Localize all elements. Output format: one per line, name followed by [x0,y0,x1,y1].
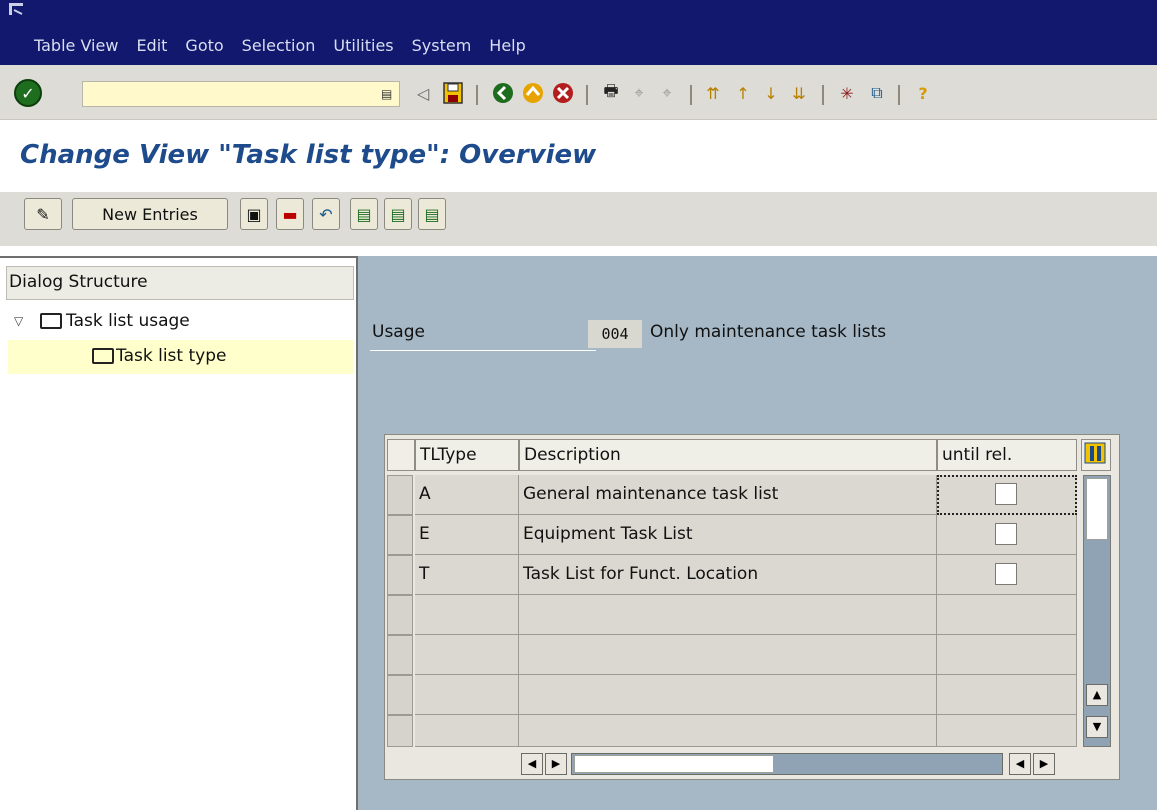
empty-cell[interactable] [415,715,519,747]
select-all-icon[interactable]: ▤ [350,198,378,230]
scroll-right-icon[interactable]: ▶ [545,753,567,775]
empty-cell[interactable] [519,675,937,715]
empty-cell[interactable] [415,595,519,635]
column-header-until-rel[interactable]: until rel. [937,439,1077,471]
table-control: TLType Description until rel. A General … [384,434,1120,780]
tltype-cell[interactable]: A [415,475,519,515]
menu-table-view[interactable]: Table View [34,36,118,55]
usage-code: 004 [588,320,642,348]
menu-goto[interactable]: Goto [185,36,223,55]
folder-icon [40,313,62,329]
row-selector[interactable] [387,595,413,635]
row-selector[interactable] [387,475,413,515]
command-field[interactable]: ▤ [82,81,400,107]
row-selector[interactable] [387,635,413,675]
scroll-down-icon[interactable]: ▼ [1086,716,1108,738]
empty-cell[interactable] [415,635,519,675]
description-cell[interactable]: Equipment Task List [519,515,937,555]
cancel-icon[interactable] [550,80,576,106]
tree-item-label: Task list usage [66,311,190,331]
back-arrow-icon[interactable]: ◁ [410,80,436,106]
last-page-icon[interactable]: ⇊ [786,80,812,106]
until-rel-checkbox[interactable] [995,523,1017,545]
command-history-icon[interactable]: ▤ [381,86,395,102]
usage-underline [370,350,596,351]
select-all-rows-cell[interactable] [387,439,415,471]
main-area: Usage 004 Only maintenance task lists TL… [358,256,1157,810]
tree-item-task-list-type[interactable]: Task list type [8,340,354,374]
empty-cell[interactable] [519,715,937,747]
exit-icon[interactable] [520,80,546,106]
vertical-scrollbar[interactable]: ▲ ▼ [1083,475,1111,747]
menu-selection[interactable]: Selection [242,36,316,55]
page-title: Change View "Task list type": Overview [20,140,597,170]
vertical-scroll-thumb[interactable] [1086,478,1108,540]
generate-shortcut-icon[interactable]: ⧉ [864,80,890,106]
new-entries-button[interactable]: New Entries [72,198,228,230]
next-page-icon[interactable]: ↓ [758,80,784,106]
tltype-cell[interactable]: E [415,515,519,555]
description-cell[interactable]: Task List for Funct. Location [519,555,937,595]
empty-cell[interactable] [415,675,519,715]
menu-system[interactable]: System [412,36,472,55]
scroll-up-icon[interactable]: ▲ [1086,684,1108,706]
column-header-tltype[interactable]: TLType [415,439,519,471]
empty-cell[interactable] [937,675,1077,715]
help-icon[interactable]: ? [910,80,936,106]
until-rel-checkbox[interactable] [995,563,1017,585]
undo-change-icon[interactable]: ↶ [312,198,340,230]
command-input[interactable] [83,82,373,106]
print-icon[interactable]: 🖶 [598,80,624,106]
empty-cell[interactable] [937,595,1077,635]
tree-item-label: Task list type [116,346,227,366]
find-next-icon[interactable]: ⌖ [654,80,680,106]
display-change-icon[interactable]: ✎ [24,198,62,230]
dialog-structure-panel: Dialog Structure ▽ Task list usage Task … [0,256,358,810]
empty-cell[interactable] [937,635,1077,675]
row-selector[interactable] [387,515,413,555]
menu-bar: Table View Edit Goto Selection Utilities… [0,0,1157,65]
select-block-icon[interactable]: ▤ [384,198,412,230]
menu-help[interactable]: Help [489,36,525,55]
empty-cell[interactable] [519,595,937,635]
scroll-left-icon[interactable]: ◀ [521,753,543,775]
scroll-left-icon[interactable]: ◀ [1009,753,1031,775]
system-menu-icon[interactable] [8,2,26,16]
until-rel-checkbox[interactable] [995,483,1017,505]
first-page-icon[interactable]: ⇈ [700,80,726,106]
dialog-structure-header: Dialog Structure [6,266,354,300]
usage-description: Only maintenance task lists [650,322,887,342]
empty-cell[interactable] [937,715,1077,747]
scroll-right-icon[interactable]: ▶ [1033,753,1055,775]
menu-utilities[interactable]: Utilities [333,36,393,55]
create-session-icon[interactable]: ✳ [834,80,860,106]
save-icon[interactable] [440,80,466,106]
standard-toolbar: ✓ ▤ ◁ 🖶 ⌖ ⌖ ⇈ ↑ ↓ ⇊ ✳ ⧉ ? [0,65,1157,120]
delete-icon[interactable]: ▬ [276,198,304,230]
collapse-triangle-icon[interactable]: ▽ [14,314,32,328]
empty-cell[interactable] [519,635,937,675]
tree-item-task-list-usage[interactable]: ▽ Task list usage [8,306,354,336]
find-icon[interactable]: ⌖ [626,80,652,106]
tltype-cell[interactable]: T [415,555,519,595]
horizontal-scrollbar[interactable] [571,753,1003,775]
application-toolbar: ✎ New Entries ▣ ▬ ↶ ▤ ▤ ▤ [0,192,1157,246]
row-selector[interactable] [387,675,413,715]
open-folder-icon [92,348,114,364]
copy-as-icon[interactable]: ▣ [240,198,268,230]
enter-checkmark-icon[interactable]: ✓ [14,79,42,107]
description-cell[interactable]: General maintenance task list [519,475,937,515]
back-green-icon[interactable] [490,80,516,106]
row-selector[interactable] [387,555,413,595]
table-settings-icon[interactable] [1081,439,1111,471]
deselect-all-icon[interactable]: ▤ [418,198,446,230]
usage-label: Usage [372,322,425,342]
horizontal-scroll-thumb[interactable] [574,755,774,773]
column-header-description[interactable]: Description [519,439,937,471]
row-selector[interactable] [387,715,413,747]
menu-edit[interactable]: Edit [136,36,167,55]
sap-window: { "menu": { "items": [ {"label": "Table … [0,0,1157,810]
previous-page-icon[interactable]: ↑ [730,80,756,106]
